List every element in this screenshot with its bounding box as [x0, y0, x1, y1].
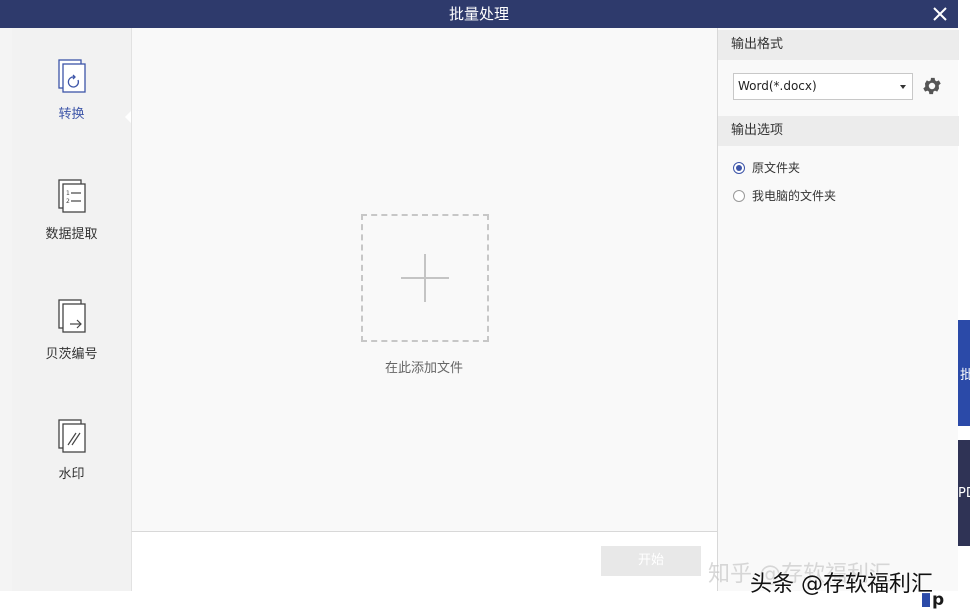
add-file-label: 在此添加文件 [384, 361, 463, 376]
nav-item-data-extract[interactable]: 1 2 数据提取 [12, 178, 131, 268]
nav-item-bates-number[interactable]: 贝茨编号 [12, 298, 131, 388]
radio-unchecked[interactable] [733, 190, 745, 202]
nav-label-data-extract: 数据提取 [45, 227, 98, 242]
add-file-dropzone[interactable] [361, 214, 489, 342]
output-format-header: 输出格式 [718, 30, 959, 60]
settings-panel: 输出格式 Word(*.docx) 输出选项 原文件夹 我电脑的文件夹 [717, 28, 959, 591]
bates-number-icon [58, 299, 86, 333]
background-tab-batch: 批 [958, 320, 970, 426]
batch-process-dialog: 批量处理 转换 1 2 数据提取 贝茨编号 水印 在此添加文件 开始 输出格式 … [0, 0, 959, 591]
output-options-header: 输出选项 [718, 116, 959, 146]
footer-bar: 开始 [131, 531, 717, 591]
option-original-folder-label: 原文件夹 [752, 161, 801, 175]
plus-icon [401, 254, 449, 302]
output-format-select[interactable]: Word(*.docx) [733, 73, 913, 100]
dialog-title: 批量处理 [448, 5, 509, 23]
convert-icon [58, 59, 86, 93]
nav-item-watermark[interactable]: 水印 [12, 418, 131, 508]
radio-checked[interactable] [733, 162, 745, 174]
watermark-icon [58, 419, 86, 453]
background-tab-pdf: PD [958, 440, 970, 546]
close-button[interactable] [928, 2, 952, 26]
nav-label-bates-number: 贝茨编号 [45, 347, 98, 362]
chevron-down-icon [900, 85, 906, 89]
nav-label-convert: 转换 [58, 107, 85, 122]
watermark-text: 头条 @存软福利汇 [750, 572, 933, 597]
start-button[interactable]: 开始 [601, 546, 701, 576]
title-bar: 批量处理 [0, 0, 958, 28]
nav-label-watermark: 水印 [58, 467, 85, 482]
data-extract-icon: 1 2 [58, 179, 86, 213]
svg-text:1: 1 [66, 190, 70, 197]
close-icon [933, 7, 947, 21]
svg-text:2: 2 [66, 198, 70, 205]
option-my-computer-folder-label: 我电脑的文件夹 [752, 189, 837, 203]
output-format-value: Word(*.docx) [738, 79, 817, 93]
gear-icon[interactable] [921, 75, 943, 97]
left-nav: 转换 1 2 数据提取 贝茨编号 水印 [12, 28, 131, 591]
file-drop-area: 在此添加文件 [131, 28, 717, 531]
nav-item-convert[interactable]: 转换 [12, 58, 131, 148]
